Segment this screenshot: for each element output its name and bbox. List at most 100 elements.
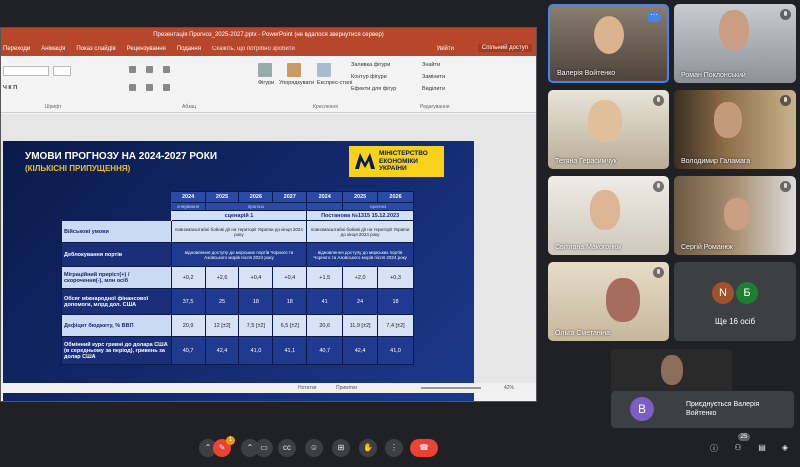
- notification-badge: 1: [226, 436, 235, 445]
- indent-icon[interactable]: [163, 66, 170, 73]
- zoom-level[interactable]: 42%: [504, 385, 514, 391]
- mic-muted-icon: [780, 95, 791, 106]
- person-face: [590, 190, 620, 230]
- shape-outline-button[interactable]: Контур фігури: [351, 74, 387, 80]
- avatar: N: [712, 282, 734, 304]
- camera-button[interactable]: ▭: [255, 439, 273, 457]
- share-button[interactable]: Спільний доступ: [477, 44, 532, 52]
- mic-muted-icon: [653, 181, 664, 192]
- align-right-icon[interactable]: [163, 84, 170, 91]
- select-button[interactable]: Виділити: [422, 86, 445, 92]
- font-size-box[interactable]: [53, 66, 71, 76]
- quick-styles-icon[interactable]: [317, 63, 331, 77]
- tab-view[interactable]: Подання: [177, 46, 201, 52]
- shapes-icon[interactable]: [258, 63, 272, 77]
- participant-tile[interactable]: Сергій Романюк: [674, 176, 796, 255]
- bullets-icon[interactable]: [129, 66, 136, 73]
- mic-muted-icon: [780, 9, 791, 20]
- numbering-icon[interactable]: [146, 66, 153, 73]
- participant-tile[interactable]: Роман Поклонський: [674, 4, 796, 83]
- people-icon[interactable]: ⚇: [732, 443, 744, 453]
- more-options-icon[interactable]: ···: [647, 11, 661, 22]
- participant-count-badge: 25: [738, 433, 750, 441]
- quick-styles-label: Експрес-стилі: [317, 80, 353, 86]
- info-icon[interactable]: ⓘ: [708, 443, 720, 453]
- group-paragraph: Абзац: [182, 104, 197, 110]
- find-button[interactable]: Знайти: [422, 62, 440, 68]
- participant-name: Сергій Романюк: [681, 244, 733, 251]
- notes-button[interactable]: Нотатки: [298, 385, 316, 391]
- person-face: [714, 102, 742, 138]
- chat-icon[interactable]: ▤: [756, 443, 768, 453]
- slide-canvas: УМОВИ ПРОГНОЗУ НА 2024-2027 РОКИ (КІЛЬКІ…: [1, 114, 536, 401]
- group-drawing: Креслення: [313, 104, 338, 110]
- table-row: Військові умови повномасштабні бойові ді…: [61, 220, 414, 243]
- more-options-button[interactable]: ⋮: [385, 439, 403, 457]
- replace-button[interactable]: Замінити: [422, 74, 445, 80]
- arrange-icon[interactable]: [287, 63, 301, 77]
- shape-fill-button[interactable]: Заливка фігури: [351, 62, 390, 68]
- tell-me-search[interactable]: Скажіть, що потрібно зробити: [212, 46, 295, 52]
- table-row: Міграційний приріст(+) / скорочення(-), …: [61, 266, 414, 289]
- person-face: [606, 278, 640, 322]
- participant-tile[interactable]: Володимир Галамага: [674, 90, 796, 169]
- participant-tile[interactable]: ··· Валерія Войтенко: [548, 4, 669, 83]
- status-bar: Нотатки Примітки 42%: [1, 383, 536, 393]
- activities-icon[interactable]: ◈: [779, 443, 791, 453]
- slide-title: УМОВИ ПРОГНОЗУ НА 2024-2027 РОКИ: [25, 151, 218, 162]
- slide: УМОВИ ПРОГНОЗУ НА 2024-2027 РОКИ (КІЛЬКІ…: [3, 141, 474, 401]
- tab-transitions[interactable]: Переходи: [3, 46, 30, 52]
- join-notification: В Приєднується Валерія Войтенко: [611, 391, 794, 428]
- table-row: Обсяг міжнародної фінансової допомоги, м…: [61, 288, 414, 315]
- tab-review[interactable]: Рецензування: [127, 46, 166, 52]
- tab-slideshow[interactable]: Показ слайдів: [76, 46, 115, 52]
- join-text: Приєднується Валерія Войтенко: [686, 401, 760, 417]
- align-center-icon[interactable]: [146, 84, 153, 91]
- comments-button[interactable]: Примітки: [336, 385, 357, 391]
- zoom-slider[interactable]: [421, 387, 481, 389]
- mic-muted-icon: [653, 267, 664, 278]
- powerpoint-window: Презентація Прогноз_2025-2027.pptx - Pow…: [0, 27, 537, 402]
- font-name-box[interactable]: [3, 66, 49, 76]
- ministry-logo: МІНІСТЕРСТВО ЕКОНОМІКИ УКРАЇНИ: [349, 146, 444, 177]
- mic-muted-icon: [653, 95, 664, 106]
- participant-name: Валерія Войтенко: [557, 70, 616, 77]
- font-format-buttons[interactable]: Ч К П: [3, 85, 17, 91]
- table-row: Деблокування портів відновлення доступу …: [61, 242, 414, 267]
- sign-in-link[interactable]: Увійти: [437, 46, 454, 52]
- tab-animations[interactable]: Анімація: [41, 46, 65, 52]
- person-face: [588, 100, 622, 142]
- align-left-icon[interactable]: [129, 84, 136, 91]
- period-header-row: очікування прогноз прогноз: [62, 202, 414, 211]
- mic-muted-icon: [780, 181, 791, 192]
- slide-subtitle: (КІЛЬКІСНІ ПРИПУЩЕННЯ): [25, 164, 131, 173]
- raise-hand-button[interactable]: ✋: [359, 439, 377, 457]
- ministry-mark-icon: [355, 153, 375, 169]
- ribbon-tabs: Переходи Анімація Показ слайдів Рецензув…: [1, 42, 536, 56]
- person-face: [724, 198, 750, 230]
- scenario-row: сценарій 1 Постанова №1315 15.12.2023: [62, 210, 414, 221]
- year-header-row: 2024 2025 2026 2027 2024 2025 2026: [62, 191, 414, 203]
- table-row: Обмінний курс гривні до долара США (в се…: [61, 336, 414, 365]
- logo-text: МІНІСТЕРСТВО ЕКОНОМІКИ УКРАЇНИ: [379, 150, 428, 172]
- self-preview: [611, 349, 732, 391]
- group-font: Шрифт: [45, 104, 62, 110]
- leave-call-button[interactable]: ☎: [410, 439, 438, 457]
- participant-tile[interactable]: Ольга Сметаніна: [548, 262, 669, 341]
- shape-effects-button[interactable]: Ефекти для фігур: [351, 86, 396, 92]
- person-face: [661, 355, 683, 385]
- shapes-label: Фігури: [258, 80, 275, 86]
- ribbon: Ч К П Фігури Упорядкувати Експрес-стилі …: [1, 56, 536, 113]
- participant-name: Володимир Галамага: [681, 158, 751, 165]
- emoji-button[interactable]: ☺: [305, 439, 323, 457]
- participant-tile[interactable]: Світлана Макогонюк: [548, 176, 669, 255]
- participant-name: Ольга Сметаніна: [555, 330, 611, 337]
- group-editing: Редагування: [420, 104, 450, 110]
- others-count-label: Ще 16 осіб: [714, 317, 756, 326]
- others-tile[interactable]: N Б Ще 16 осіб: [674, 262, 796, 341]
- table-row: Дефіцит бюджету, % ВВП 20,9 12 [±2] 7,5 [±…: [61, 314, 414, 337]
- present-button[interactable]: ⊞: [332, 439, 350, 457]
- captions-button[interactable]: cc: [278, 439, 296, 457]
- participant-name: Світлана Макогонюк: [555, 244, 622, 251]
- participant-tile[interactable]: Тетяна Герасимчук: [548, 90, 669, 169]
